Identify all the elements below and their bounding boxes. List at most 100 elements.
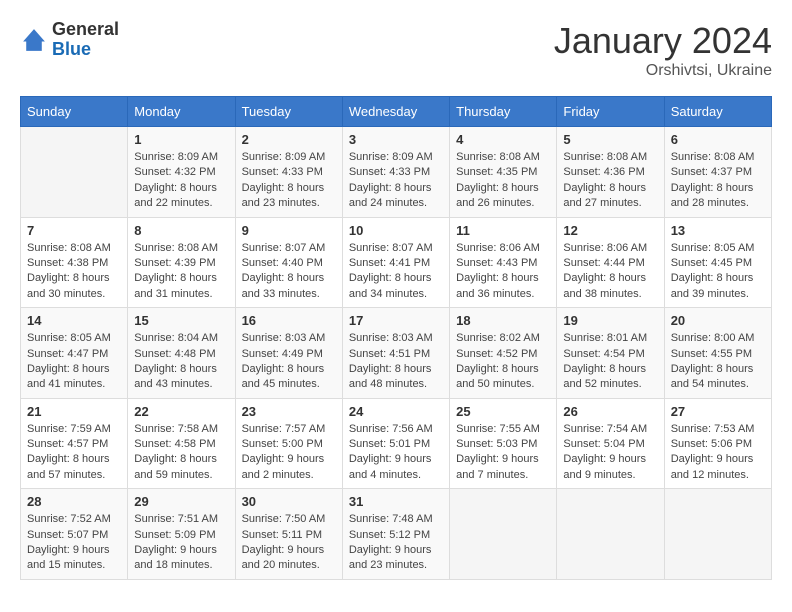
calendar-cell: 22 Sunrise: 7:58 AM Sunset: 4:58 PM Dayl… (128, 398, 235, 489)
sunset: Sunset: 4:51 PM (349, 348, 430, 360)
daylight: Daylight: 9 hours and 12 minutes. (671, 453, 754, 480)
calendar-cell: 9 Sunrise: 8:07 AM Sunset: 4:40 PM Dayli… (235, 217, 342, 308)
sunrise: Sunrise: 8:08 AM (134, 242, 218, 254)
calendar-cell: 15 Sunrise: 8:04 AM Sunset: 4:48 PM Dayl… (128, 308, 235, 399)
sunset: Sunset: 4:39 PM (134, 257, 215, 269)
day-number: 31 (349, 494, 443, 509)
day-info: Sunrise: 7:52 AM Sunset: 5:07 PM Dayligh… (27, 512, 121, 574)
day-info: Sunrise: 8:08 AM Sunset: 4:35 PM Dayligh… (456, 150, 550, 212)
day-info: Sunrise: 8:08 AM Sunset: 4:36 PM Dayligh… (563, 150, 657, 212)
day-info: Sunrise: 7:53 AM Sunset: 5:06 PM Dayligh… (671, 422, 765, 484)
sunrise: Sunrise: 8:05 AM (671, 242, 755, 254)
sunrise: Sunrise: 8:02 AM (456, 332, 540, 344)
sunrise: Sunrise: 8:08 AM (563, 151, 647, 163)
day-info: Sunrise: 7:48 AM Sunset: 5:12 PM Dayligh… (349, 512, 443, 574)
calendar-cell: 28 Sunrise: 7:52 AM Sunset: 5:07 PM Dayl… (21, 489, 128, 580)
day-number: 17 (349, 313, 443, 328)
weekday-header: Monday (128, 97, 235, 127)
sunset: Sunset: 4:47 PM (27, 348, 108, 360)
calendar-cell: 13 Sunrise: 8:05 AM Sunset: 4:45 PM Dayl… (664, 217, 771, 308)
sunrise: Sunrise: 8:04 AM (134, 332, 218, 344)
day-number: 6 (671, 132, 765, 147)
daylight: Daylight: 8 hours and 38 minutes. (563, 272, 646, 299)
daylight: Daylight: 8 hours and 57 minutes. (27, 453, 110, 480)
day-number: 24 (349, 404, 443, 419)
daylight: Daylight: 8 hours and 30 minutes. (27, 272, 110, 299)
day-info: Sunrise: 7:57 AM Sunset: 5:00 PM Dayligh… (242, 422, 336, 484)
calendar-week-row: 28 Sunrise: 7:52 AM Sunset: 5:07 PM Dayl… (21, 489, 772, 580)
logo-icon (20, 26, 48, 54)
sunset: Sunset: 5:06 PM (671, 438, 752, 450)
daylight: Daylight: 9 hours and 2 minutes. (242, 453, 325, 480)
sunset: Sunset: 5:11 PM (242, 529, 323, 541)
calendar-cell: 26 Sunrise: 7:54 AM Sunset: 5:04 PM Dayl… (557, 398, 664, 489)
sunset: Sunset: 4:54 PM (563, 348, 644, 360)
daylight: Daylight: 9 hours and 9 minutes. (563, 453, 646, 480)
calendar-cell: 6 Sunrise: 8:08 AM Sunset: 4:37 PM Dayli… (664, 127, 771, 218)
day-number: 14 (27, 313, 121, 328)
sunset: Sunset: 5:12 PM (349, 529, 430, 541)
sunset: Sunset: 5:01 PM (349, 438, 430, 450)
calendar-cell: 12 Sunrise: 8:06 AM Sunset: 4:44 PM Dayl… (557, 217, 664, 308)
daylight: Daylight: 8 hours and 26 minutes. (456, 182, 539, 209)
sunset: Sunset: 4:35 PM (456, 166, 537, 178)
day-number: 10 (349, 223, 443, 238)
calendar-cell: 18 Sunrise: 8:02 AM Sunset: 4:52 PM Dayl… (450, 308, 557, 399)
sunrise: Sunrise: 8:06 AM (456, 242, 540, 254)
logo-blue-text: Blue (52, 40, 119, 60)
sunset: Sunset: 5:03 PM (456, 438, 537, 450)
calendar-cell (557, 489, 664, 580)
daylight: Daylight: 8 hours and 28 minutes. (671, 182, 754, 209)
daylight: Daylight: 8 hours and 54 minutes. (671, 363, 754, 390)
day-number: 7 (27, 223, 121, 238)
sunset: Sunset: 4:57 PM (27, 438, 108, 450)
calendar-cell: 19 Sunrise: 8:01 AM Sunset: 4:54 PM Dayl… (557, 308, 664, 399)
day-number: 30 (242, 494, 336, 509)
calendar-week-row: 21 Sunrise: 7:59 AM Sunset: 4:57 PM Dayl… (21, 398, 772, 489)
day-number: 4 (456, 132, 550, 147)
day-number: 8 (134, 223, 228, 238)
day-info: Sunrise: 7:58 AM Sunset: 4:58 PM Dayligh… (134, 422, 228, 484)
day-number: 16 (242, 313, 336, 328)
day-number: 3 (349, 132, 443, 147)
day-number: 29 (134, 494, 228, 509)
location: Orshivtsi, Ukraine (554, 62, 772, 80)
day-info: Sunrise: 7:50 AM Sunset: 5:11 PM Dayligh… (242, 512, 336, 574)
sunset: Sunset: 5:04 PM (563, 438, 644, 450)
day-info: Sunrise: 8:08 AM Sunset: 4:39 PM Dayligh… (134, 241, 228, 303)
sunrise: Sunrise: 7:53 AM (671, 423, 755, 435)
day-number: 19 (563, 313, 657, 328)
sunrise: Sunrise: 8:03 AM (242, 332, 326, 344)
day-info: Sunrise: 7:55 AM Sunset: 5:03 PM Dayligh… (456, 422, 550, 484)
daylight: Daylight: 8 hours and 36 minutes. (456, 272, 539, 299)
daylight: Daylight: 8 hours and 22 minutes. (134, 182, 217, 209)
daylight: Daylight: 8 hours and 59 minutes. (134, 453, 217, 480)
day-number: 11 (456, 223, 550, 238)
daylight: Daylight: 8 hours and 43 minutes. (134, 363, 217, 390)
calendar-cell: 31 Sunrise: 7:48 AM Sunset: 5:12 PM Dayl… (342, 489, 449, 580)
sunrise: Sunrise: 7:48 AM (349, 513, 433, 525)
sunrise: Sunrise: 7:57 AM (242, 423, 326, 435)
day-info: Sunrise: 8:05 AM Sunset: 4:47 PM Dayligh… (27, 331, 121, 393)
weekday-header: Tuesday (235, 97, 342, 127)
day-number: 12 (563, 223, 657, 238)
calendar-week-row: 7 Sunrise: 8:08 AM Sunset: 4:38 PM Dayli… (21, 217, 772, 308)
logo-text: General Blue (52, 20, 119, 60)
calendar-cell (664, 489, 771, 580)
day-info: Sunrise: 8:06 AM Sunset: 4:43 PM Dayligh… (456, 241, 550, 303)
sunrise: Sunrise: 7:58 AM (134, 423, 218, 435)
calendar-cell: 23 Sunrise: 7:57 AM Sunset: 5:00 PM Dayl… (235, 398, 342, 489)
calendar-cell: 5 Sunrise: 8:08 AM Sunset: 4:36 PM Dayli… (557, 127, 664, 218)
sunset: Sunset: 5:09 PM (134, 529, 215, 541)
sunrise: Sunrise: 8:09 AM (349, 151, 433, 163)
calendar-cell: 7 Sunrise: 8:08 AM Sunset: 4:38 PM Dayli… (21, 217, 128, 308)
weekday-header: Sunday (21, 97, 128, 127)
title-section: January 2024 Orshivtsi, Ukraine (554, 20, 772, 80)
day-info: Sunrise: 8:07 AM Sunset: 4:41 PM Dayligh… (349, 241, 443, 303)
day-info: Sunrise: 8:06 AM Sunset: 4:44 PM Dayligh… (563, 241, 657, 303)
daylight: Daylight: 8 hours and 31 minutes. (134, 272, 217, 299)
daylight: Daylight: 8 hours and 27 minutes. (563, 182, 646, 209)
day-number: 1 (134, 132, 228, 147)
sunset: Sunset: 4:38 PM (27, 257, 108, 269)
sunset: Sunset: 4:44 PM (563, 257, 644, 269)
